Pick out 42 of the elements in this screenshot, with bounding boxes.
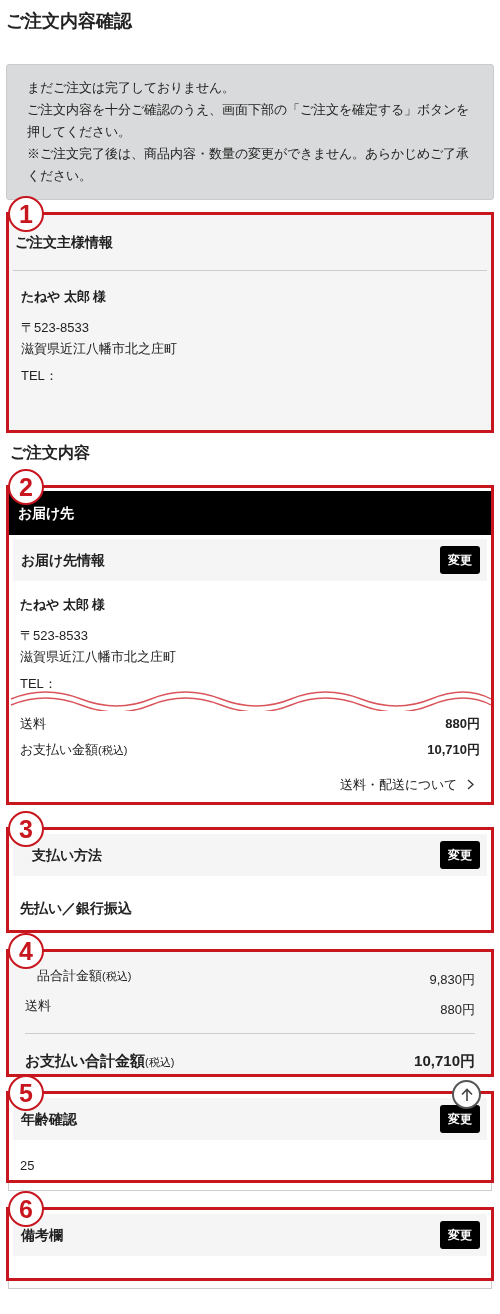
- row-label: 送料: [25, 996, 51, 1015]
- customer-name: たねや 太郎 様: [21, 288, 108, 306]
- notice-text: ご注文内容を十分ご確認のうえ、画面下部の「ご注文を確定する」ボタンを押してください。: [27, 101, 470, 141]
- section-title: ご注文主様情報: [14, 233, 114, 252]
- number-marker: 4: [8, 933, 44, 969]
- total-value: 10,710円: [414, 1051, 475, 1071]
- phone-label: TEL：: [20, 674, 58, 693]
- customer-name: たねや 太郎 様: [20, 596, 107, 614]
- number-marker: 3: [8, 811, 44, 847]
- section-title: 備考欄: [21, 1225, 63, 1245]
- chevron-right-icon: [467, 779, 474, 791]
- page-title: ご注文内容確認: [6, 10, 134, 33]
- postal-code: 〒523-8533: [21, 318, 90, 337]
- postal-code: 〒523-8533: [20, 626, 89, 645]
- row-value: 10,710円: [427, 741, 480, 759]
- row-label: お支払い合計金額(税込): [25, 1051, 175, 1071]
- address: 滋賀県近江八幡市北之庄町: [20, 647, 177, 666]
- row-value: 880円: [445, 715, 480, 733]
- section-title: 年齢確認: [21, 1109, 77, 1129]
- payment-method: 先払い／銀行振込: [19, 899, 133, 918]
- notice-text: まだご注文は完了しておりません。: [27, 79, 236, 97]
- address: 滋賀県近江八幡市北之庄町: [21, 339, 178, 358]
- change-button[interactable]: 変更: [440, 841, 480, 869]
- section-title: お届け先情報: [21, 550, 105, 570]
- row-value: 9,830円: [429, 971, 475, 989]
- section-heading: ご注文内容: [9, 443, 91, 463]
- row-label: お支払い金額(税込): [20, 741, 128, 759]
- number-marker: 1: [8, 196, 44, 232]
- row-label: 品合計金額(税込): [36, 967, 132, 985]
- number-marker: 5: [8, 1075, 44, 1111]
- section-title: 支払い方法: [31, 845, 102, 865]
- age-value: 25: [19, 1157, 36, 1175]
- row-label: 送料: [20, 715, 46, 733]
- change-button[interactable]: 変更: [440, 1105, 480, 1133]
- row-value: 880円: [440, 1000, 475, 1019]
- change-button[interactable]: 変更: [440, 546, 480, 574]
- shipping-info-link[interactable]: 送料・配送について: [340, 775, 474, 795]
- number-marker: 6: [8, 1191, 44, 1227]
- notice-text: ※ご注文完了後は、商品内容・数量の変更ができません。あらかじめご了承ください。: [27, 145, 470, 185]
- phone-label: TEL：: [21, 366, 59, 385]
- change-button[interactable]: 変更: [440, 1221, 480, 1249]
- arrow-up-icon: [460, 1087, 473, 1102]
